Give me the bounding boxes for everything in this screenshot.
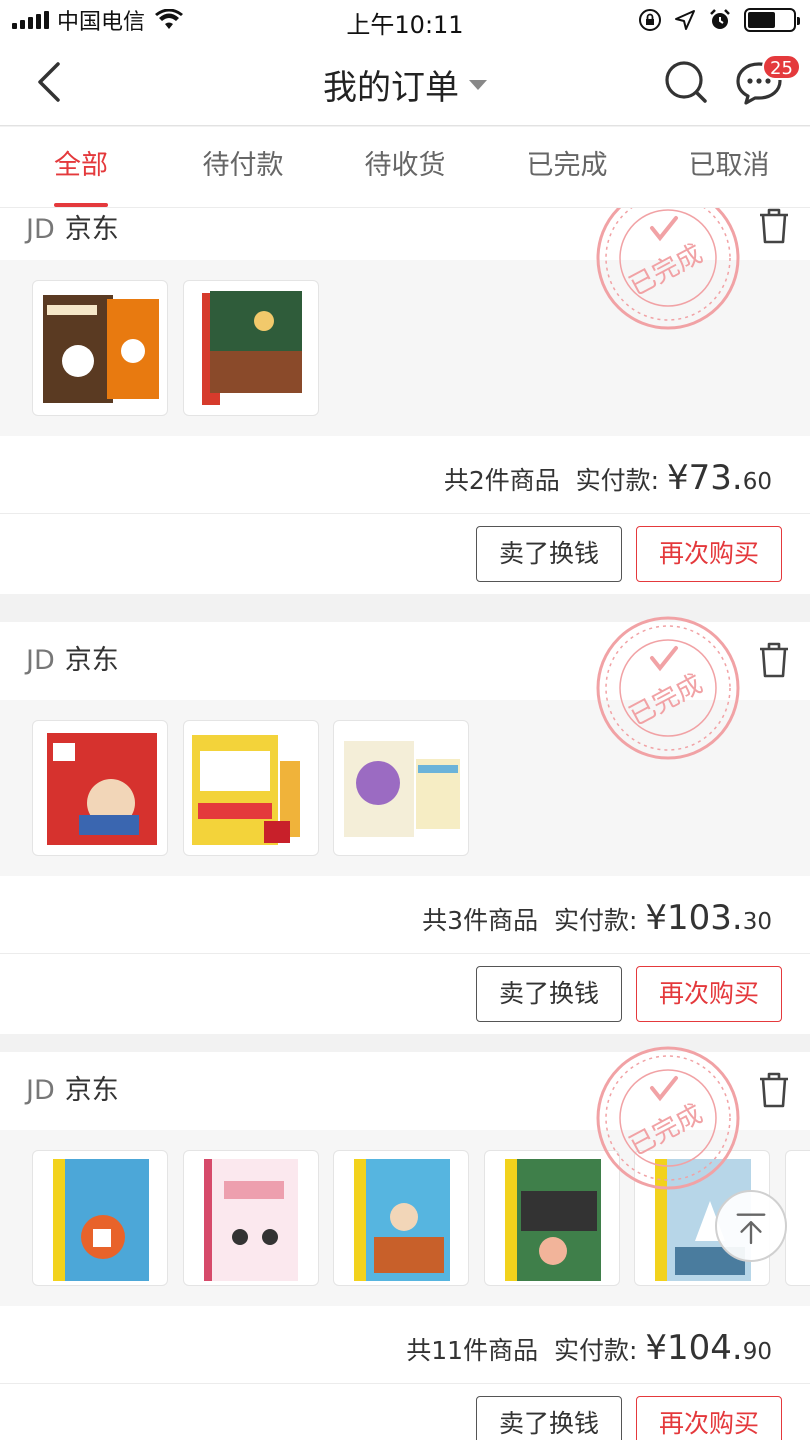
order-summary: 共3件商品 实付款: ¥103.30	[0, 876, 810, 954]
price-decimal: 90	[742, 1339, 772, 1365]
completed-stamp: 已完成	[596, 616, 740, 760]
order-actions: 卖了换钱 再次购买	[0, 954, 810, 1034]
order-total: 共11件商品 实付款: ¥104.90	[406, 1328, 772, 1368]
caret-down-icon	[469, 79, 487, 90]
scroll-to-top-icon[interactable]	[715, 1190, 787, 1262]
product-thumbnail[interactable]	[32, 720, 168, 856]
book-cover-image	[53, 1159, 149, 1281]
battery-icon	[744, 8, 800, 32]
order-summary: 共2件商品 实付款: ¥73.60	[0, 436, 810, 514]
book-cover-image	[192, 735, 300, 845]
price-decimal: 60	[742, 469, 772, 495]
product-thumbnail[interactable]	[333, 720, 469, 856]
page-title: 我的订单	[323, 68, 459, 108]
order-card: JD 京东 共2件商品 实付款: ¥73.60 卖了换钱 再次购买 已完成	[0, 208, 810, 594]
rebuy-button[interactable]: 再次购买	[636, 526, 782, 582]
svg-text:已完成: 已完成	[625, 239, 708, 302]
shop-label: 京东	[64, 1075, 119, 1106]
item-count: 共11件商品	[406, 1336, 539, 1365]
product-thumbnail[interactable]	[183, 1150, 319, 1286]
status-right	[638, 7, 800, 33]
shop-name[interactable]: JD 京东	[26, 208, 119, 260]
shop-logo: JD	[26, 1075, 55, 1106]
order-list[interactable]: JD 京东 共2件商品 实付款: ¥73.60 卖了换钱 再次购买 已完成 JD…	[0, 208, 810, 1440]
paid-label: 实付款:	[553, 1336, 638, 1365]
book-cover-image	[204, 1159, 298, 1281]
product-thumbnail[interactable]	[183, 720, 319, 856]
trash-icon[interactable]	[756, 1070, 792, 1110]
rebuy-button[interactable]: 再次购买	[636, 1396, 782, 1440]
tab-pending-receipt[interactable]: 待收货	[324, 127, 486, 207]
tab-completed[interactable]: 已完成	[486, 127, 648, 207]
status-bar: 中国电信 上午10:11	[0, 0, 810, 40]
sell-button[interactable]: 卖了换钱	[476, 1396, 622, 1440]
alarm-icon	[710, 9, 730, 29]
message-badge: 25	[762, 54, 801, 80]
order-total: 共3件商品 实付款: ¥103.30	[422, 898, 772, 938]
price-integer: ¥104.	[645, 1328, 743, 1368]
order-tabs: 全部 待付款 待收货 已完成 已取消	[0, 127, 810, 208]
order-card: JD 京东	[0, 616, 810, 1034]
order-summary: 共11件商品 实付款: ¥104.90	[0, 1306, 810, 1384]
sell-button[interactable]: 卖了换钱	[476, 966, 622, 1022]
book-cover-image	[344, 741, 460, 837]
completed-stamp: 已完成	[596, 1046, 740, 1190]
product-thumbnail[interactable]	[333, 1150, 469, 1286]
order-actions: 卖了换钱 再次购买	[0, 1384, 810, 1440]
order-total: 共2件商品 实付款: ¥73.60	[444, 458, 772, 498]
product-thumbnail[interactable]	[785, 1150, 810, 1286]
nav-bar: 我的订单 25	[0, 40, 810, 126]
order-actions: 卖了换钱 再次购买	[0, 514, 810, 594]
trash-icon[interactable]	[756, 640, 792, 680]
price-integer: ¥73.	[667, 458, 743, 498]
svg-text:已完成: 已完成	[625, 1099, 708, 1162]
shop-logo: JD	[26, 214, 55, 245]
tab-cancelled[interactable]: 已取消	[648, 127, 810, 207]
completed-stamp: 已完成	[596, 208, 740, 330]
shop-name[interactable]: JD 京东	[26, 1052, 119, 1130]
tab-all[interactable]: 全部	[0, 127, 162, 207]
trash-icon[interactable]	[756, 208, 792, 246]
search-icon[interactable]	[662, 58, 710, 106]
shop-logo: JD	[26, 645, 55, 676]
orientation-lock-icon	[639, 9, 661, 31]
price-integer: ¥103.	[645, 898, 743, 938]
paid-label: 实付款:	[575, 466, 660, 495]
shop-label: 京东	[64, 645, 119, 676]
price-decimal: 30	[742, 909, 772, 935]
rebuy-button[interactable]: 再次购买	[636, 966, 782, 1022]
item-count: 共3件商品	[422, 906, 539, 935]
sell-button[interactable]: 卖了换钱	[476, 526, 622, 582]
book-cover-image	[354, 1159, 450, 1281]
book-cover-image	[47, 733, 157, 845]
location-icon	[675, 10, 695, 30]
product-thumbnail[interactable]	[32, 1150, 168, 1286]
shop-label: 京东	[64, 214, 119, 245]
shop-name[interactable]: JD 京东	[26, 622, 119, 700]
product-thumbnail[interactable]	[183, 280, 319, 416]
paid-label: 实付款:	[553, 906, 638, 935]
book-cover-image	[43, 295, 159, 403]
book-cover-image	[202, 291, 302, 405]
item-count: 共2件商品	[443, 466, 560, 495]
svg-text:已完成: 已完成	[625, 669, 708, 732]
tab-pending-payment[interactable]: 待付款	[162, 127, 324, 207]
order-card: JD 京东	[0, 1046, 810, 1440]
product-thumbnail[interactable]	[32, 280, 168, 416]
